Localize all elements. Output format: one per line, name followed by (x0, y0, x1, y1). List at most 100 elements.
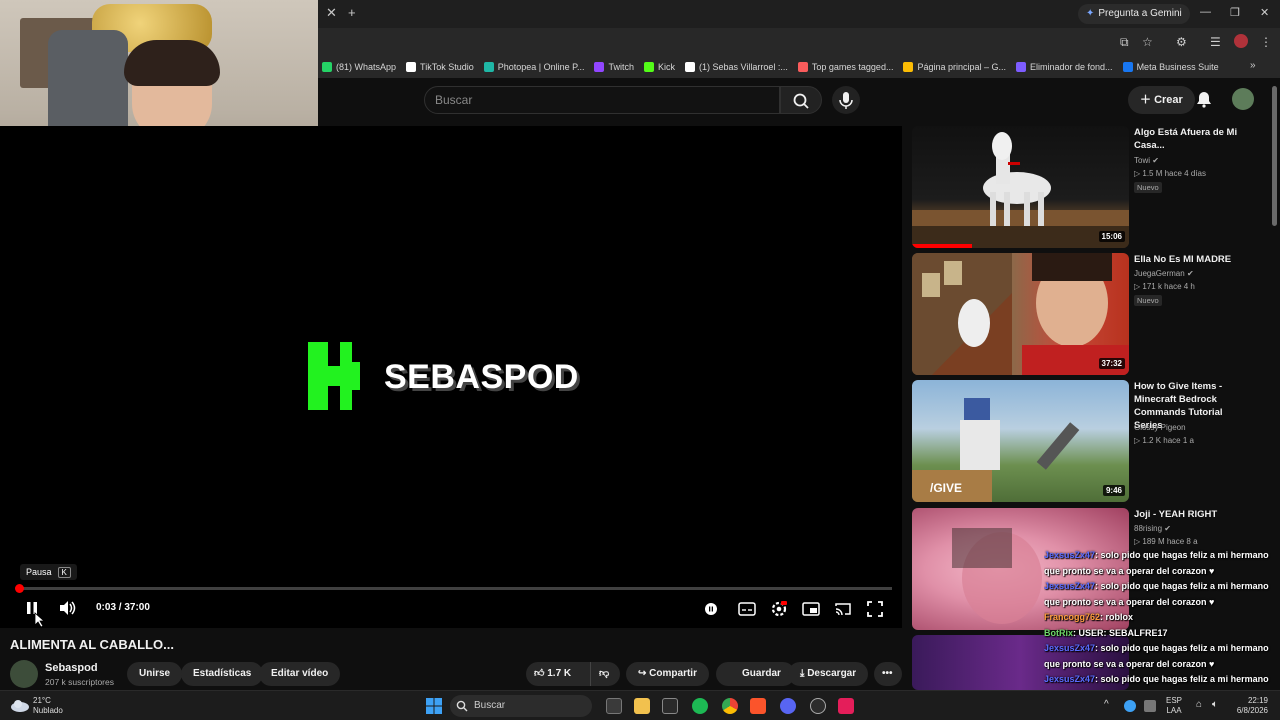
bookmark-item[interactable]: Página principal – G... (903, 62, 1006, 72)
spotify-icon[interactable] (692, 698, 708, 714)
recommendation-channel[interactable]: Glossy Pigeon (1134, 423, 1186, 432)
page-scrollbar[interactable] (1272, 86, 1277, 226)
store-icon[interactable] (662, 698, 678, 714)
minimize-icon[interactable]: — (1200, 6, 1211, 18)
tray-app-icon[interactable] (1124, 700, 1136, 712)
edit-video-button[interactable]: Editar vídeo (259, 662, 341, 686)
bookmark-item[interactable]: Twitch (594, 62, 634, 72)
recommendation-title[interactable]: Algo Está Afuera de Mi Casa... (1134, 126, 1252, 152)
chat-message: JexsusZx47: solo pido que hagas feliz a … (1044, 548, 1276, 564)
fullscreen-icon[interactable] (866, 600, 884, 618)
bookmark-item[interactable]: Photopea | Online P... (483, 62, 585, 72)
bookmark-item[interactable]: Eliminador de fond... (1016, 62, 1113, 72)
mouse-cursor-icon (34, 612, 46, 628)
bookmark-item[interactable]: TikTok Studio (406, 62, 474, 72)
recommendation-card[interactable]: 37:32 Ella No Es MI MADRE JuegaGerman ✔ … (912, 253, 1272, 375)
time-display: 0:03 / 37:00 (96, 602, 150, 613)
miniplayer-icon[interactable] (802, 601, 820, 617)
chrome-icon[interactable] (722, 698, 738, 714)
bookmarks-overflow-icon[interactable]: » (1250, 60, 1256, 71)
search-input[interactable]: Buscar (424, 86, 780, 114)
system-clock[interactable]: 22:19 6/8/2026 (1224, 696, 1268, 716)
video-player[interactable]: SEBASPOD Pausa K 0:03 / 37:00 (0, 126, 902, 628)
speaker-icon[interactable]: 🔈︎ (1212, 699, 1218, 710)
cast-icon[interactable] (834, 601, 852, 617)
close-tab-icon[interactable]: ✕ (326, 5, 337, 21)
weather-widget[interactable]: 21°C Nublado (33, 696, 63, 716)
chat-username: BotRix (1044, 627, 1073, 638)
chat-text: que pronto se va a operar del corazon ♥ (1044, 596, 1215, 607)
bookmark-item[interactable]: Top games tagged... (797, 62, 893, 72)
kick-logo-k-shape (328, 342, 368, 410)
account-avatar[interactable] (1232, 88, 1254, 110)
bookmark-item[interactable]: (1) Sebas Villarroel :... (685, 62, 788, 72)
tray-usb-icon[interactable] (1144, 700, 1156, 712)
task-view-icon[interactable] (606, 698, 622, 714)
taskbar-search[interactable]: Buscar (450, 695, 592, 717)
recommendation-card[interactable]: /GIVE 9:46 How to Give Items - Minecraft… (912, 380, 1272, 502)
notifications-bell-icon[interactable] (1196, 90, 1212, 108)
brave-icon[interactable] (750, 698, 766, 714)
recommendation-channel[interactable]: JuegaGerman (1134, 269, 1185, 278)
recommendation-channel[interactable]: 88rising (1134, 524, 1162, 533)
channel-avatar[interactable] (10, 660, 38, 688)
chat-message: Francogg762: roblox (1044, 610, 1276, 626)
search-button[interactable] (780, 86, 822, 114)
network-icon[interactable]: ⌂ (1196, 699, 1202, 710)
settings-gear-icon[interactable] (770, 600, 788, 618)
tray-chevron-icon[interactable]: ^ (1104, 699, 1109, 710)
bookmark-star-icon[interactable]: ☆ (1142, 35, 1153, 49)
create-label: Crear (1154, 94, 1183, 106)
bookmark-item[interactable]: (81) WhatsApp (322, 62, 396, 72)
bookmark-favicon-icon (322, 62, 332, 72)
like-button[interactable]: 👍︎ 1.7 K (526, 662, 590, 686)
bookmark-label: Eliminador de fond... (1030, 62, 1113, 72)
extensions-icon[interactable]: ⚙ (1176, 35, 1187, 49)
recommendation-title[interactable]: Ella No Es MI MADRE (1134, 253, 1252, 266)
verified-icon: ✔ (1164, 524, 1171, 533)
bookmark-label: Photopea | Online P... (497, 62, 585, 72)
channel-name[interactable]: Sebaspod (45, 662, 98, 674)
recommendation-channel[interactable]: Towi (1134, 156, 1150, 165)
recommendation-thumbnail[interactable]: /GIVE 9:46 (912, 380, 1129, 502)
windows-start-icon[interactable] (426, 698, 442, 714)
recommendation-thumbnail[interactable]: 15:06 (912, 126, 1129, 248)
stats-button[interactable]: Estadísticas (181, 662, 264, 686)
share-button[interactable]: ↪ Compartir (626, 662, 709, 686)
bookmark-item[interactable]: Kick (644, 62, 675, 72)
new-tab-icon[interactable]: + (348, 5, 356, 20)
recommendation-card[interactable]: 15:06 Algo Está Afuera de Mi Casa... Tow… (912, 126, 1272, 248)
more-actions-button[interactable]: ••• (874, 662, 902, 686)
language-indicator[interactable]: ESP LAA (1166, 696, 1182, 716)
dislike-button[interactable]: 👎︎ (590, 662, 620, 686)
join-button[interactable]: Unirse (127, 662, 183, 686)
recommendation-meta: 1.2 K hace 1 a (1142, 436, 1194, 445)
recommendation-title[interactable]: Joji - YEAH RIGHT (1134, 508, 1252, 521)
subtitles-icon[interactable] (738, 601, 756, 617)
profile-avatar[interactable] (1234, 34, 1248, 48)
save-button[interactable]: Guardar (716, 662, 795, 686)
obs-icon[interactable] (810, 698, 826, 714)
window-close-icon[interactable]: ✕ (1260, 6, 1269, 19)
recommendation-thumbnail[interactable]: 37:32 (912, 253, 1129, 375)
download-button[interactable]: ⤓ Descargar (788, 662, 869, 686)
chat-username: JexsusZx47 (1044, 674, 1096, 684)
bookmark-item[interactable]: Meta Business Suite (1122, 62, 1219, 72)
voice-search-button[interactable] (832, 86, 860, 114)
maximize-icon[interactable]: ❐ (1230, 6, 1240, 19)
file-explorer-icon[interactable] (634, 698, 650, 714)
more-menu-icon[interactable]: ⋮ (1260, 35, 1272, 49)
progress-bar[interactable] (15, 584, 892, 593)
weather-condition: Nublado (33, 706, 63, 715)
tiktok-icon[interactable] (838, 698, 854, 714)
cast-tab-icon[interactable]: ⧉ (1120, 35, 1129, 50)
progress-scrubber[interactable] (15, 584, 25, 593)
gemini-button[interactable]: ✦ Pregunta a Gemini (1078, 4, 1190, 24)
create-button[interactable]: ＋ Crear (1128, 86, 1195, 114)
autoplay-toggle-icon[interactable] (704, 602, 718, 616)
reading-list-icon[interactable]: ☰ (1210, 35, 1221, 49)
weather-cloud-icon (11, 700, 29, 712)
volume-icon[interactable] (58, 600, 76, 616)
discord-icon[interactable] (780, 698, 796, 714)
pause-tooltip: Pausa K (20, 564, 77, 580)
